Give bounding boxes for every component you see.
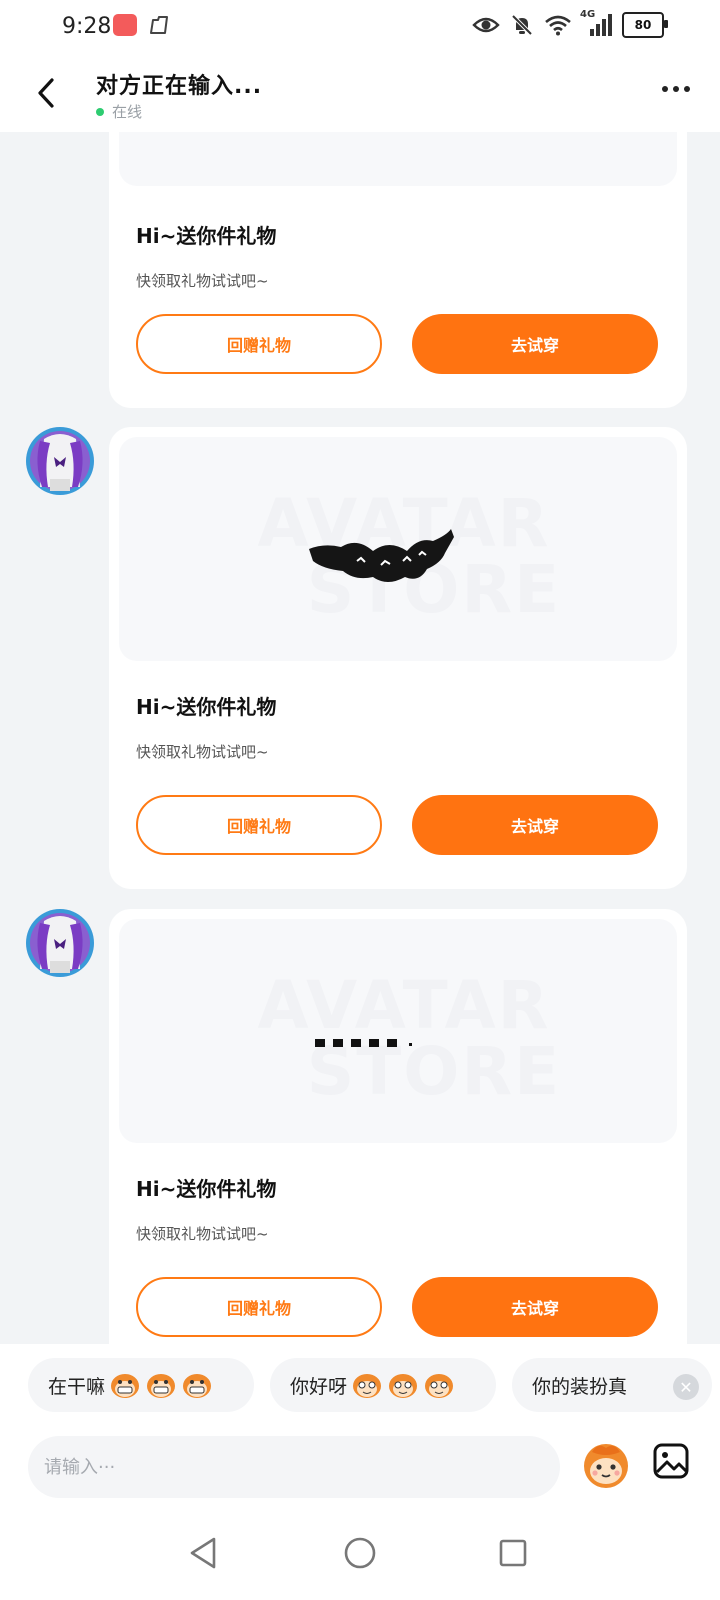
- back-arrow-icon[interactable]: [32, 76, 62, 110]
- close-icon[interactable]: ✕: [673, 1374, 699, 1400]
- chat-title: 对方正在输入...: [96, 74, 263, 99]
- nav-back-icon[interactable]: [186, 1536, 222, 1570]
- chat-header: 对方正在输入... 在线: [0, 54, 720, 132]
- avatar-image: [26, 909, 94, 977]
- quick-reply-bar: 在干嘛 你好呀 你的装扮真: [0, 1344, 720, 1428]
- mute-bell-icon: [511, 14, 533, 36]
- battery-level: 80: [634, 18, 652, 32]
- gift-card: Hi~送你件礼物 快领取礼物试试吧~ 回赠礼物 去试穿: [109, 132, 687, 408]
- more-dot: [684, 86, 690, 92]
- gift-item-image: [309, 529, 454, 582]
- emoji-row: [109, 1371, 213, 1399]
- image-icon[interactable]: [652, 1442, 690, 1480]
- gift-card: AVATAR STORE Hi~送你件礼物 快领取礼物试试吧~ 回赠礼物 去试穿: [109, 909, 687, 1344]
- monkey-emoji-icon: [183, 1374, 212, 1398]
- online-dot: [96, 107, 104, 116]
- gift-preview: AVATAR STORE: [119, 919, 677, 1143]
- more-dot: [673, 86, 679, 92]
- gift-card-subtitle: 快领取礼物试试吧~: [136, 1225, 269, 1243]
- sticker-icon[interactable]: [580, 1438, 632, 1490]
- try-on-button[interactable]: 去试穿: [412, 1277, 658, 1337]
- monkey-emoji-icon: [425, 1374, 454, 1398]
- try-on-button[interactable]: 去试穿: [412, 314, 658, 374]
- emoji-row: [351, 1371, 455, 1399]
- gift-card: AVATAR STORE Hi~送你件礼物 快领取礼物试试吧~ 回赠礼物 去试穿: [109, 427, 687, 889]
- cloud-app-icon: [150, 16, 168, 34]
- status-time: 9:28: [62, 14, 112, 39]
- quick-reply-text: 你的装扮真: [532, 1375, 628, 1398]
- return-gift-button[interactable]: 回赠礼物: [136, 795, 382, 855]
- message-input[interactable]: [28, 1436, 560, 1498]
- return-gift-button[interactable]: 回赠礼物: [136, 1277, 382, 1337]
- monkey-emoji-icon: [389, 1374, 418, 1398]
- gift-card-subtitle: 快领取礼物试试吧~: [136, 743, 269, 761]
- return-gift-button[interactable]: 回赠礼物: [136, 314, 382, 374]
- monkey-emoji-icon: [353, 1374, 382, 1398]
- nav-recents-icon[interactable]: [498, 1538, 528, 1568]
- quick-reply-chip[interactable]: 在干嘛: [28, 1358, 254, 1412]
- try-on-button[interactable]: 去试穿: [412, 795, 658, 855]
- input-bar: [0, 1428, 720, 1516]
- gift-card-subtitle: 快领取礼物试试吧~: [136, 272, 269, 290]
- more-icon[interactable]: [662, 86, 690, 92]
- eye-icon: [472, 17, 500, 33]
- gift-card-title: Hi~送你件礼物: [136, 1177, 277, 1201]
- online-status: 在线: [96, 101, 142, 122]
- quick-reply-text: 你好呀: [290, 1375, 348, 1398]
- online-text: 在线: [112, 103, 143, 121]
- avatar-image: [26, 427, 94, 495]
- sender-avatar[interactable]: [26, 909, 94, 977]
- gift-preview: AVATAR STORE: [119, 437, 677, 661]
- monkey-emoji-icon: [111, 1374, 140, 1398]
- chat-message-list[interactable]: Hi~送你件礼物 快领取礼物试试吧~ 回赠礼物 去试穿 AVATAR STORE: [0, 132, 720, 1344]
- nav-home-icon[interactable]: [343, 1536, 377, 1570]
- system-nav-bar: [0, 1516, 720, 1600]
- gift-card-title: Hi~送你件礼物: [136, 695, 277, 719]
- status-bar: 9:28 4G 80: [0, 0, 720, 54]
- more-dot: [662, 86, 668, 92]
- cellular-signal-icon: 4G: [580, 9, 612, 37]
- battery-icon: 80: [622, 12, 668, 38]
- sender-avatar[interactable]: [26, 427, 94, 495]
- gift-card-title: Hi~送你件礼物: [136, 224, 277, 248]
- quick-reply-text: 在干嘛: [48, 1375, 106, 1398]
- gift-item-image: [315, 1039, 412, 1047]
- gift-preview: [119, 132, 677, 186]
- monkey-emoji-icon: [147, 1374, 176, 1398]
- quick-reply-chip[interactable]: 你好呀: [270, 1358, 496, 1412]
- wifi-icon: [545, 15, 571, 36]
- notification-app-icon: [113, 14, 137, 36]
